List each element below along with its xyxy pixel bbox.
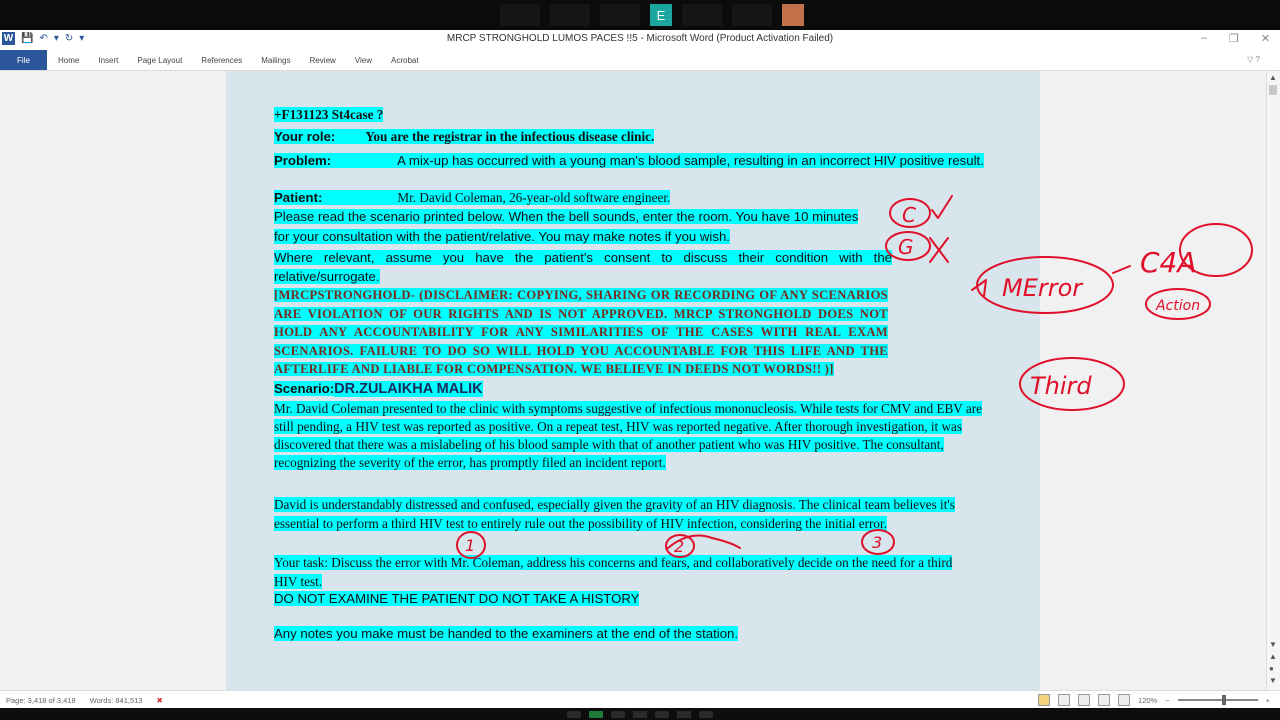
task-para: Your task: Discuss the error with Mr. Co…	[274, 553, 979, 591]
notes-text: Any notes you make must be handed to the…	[274, 626, 739, 641]
meeting-participant-tiles: E	[500, 3, 804, 27]
next-page-icon[interactable]: ▼	[1269, 675, 1277, 687]
problem-line: Problem: A mix-up has occurred with a you…	[274, 152, 990, 170]
consent-text: Where relevant, assume you have the pati…	[274, 250, 892, 284]
scenario-heading: Scenario:DR.ZULAIKHA MALIK	[274, 380, 990, 398]
disclaimer-text: [MRCPSTRONGHOLD- (DISCLAIMER: COPYING, S…	[274, 288, 888, 376]
tab-home[interactable]: Home	[58, 56, 79, 65]
close-icon[interactable]: ✕	[1261, 32, 1270, 45]
browse-nav: ▼ ▲ ● ▼	[1269, 639, 1277, 687]
consent-para: Where relevant, assume you have the pati…	[274, 248, 892, 286]
taskbar-app-icon[interactable]	[699, 710, 713, 718]
no-exam-line: DO NOT EXAMINE THE PATIENT DO NOT TAKE A…	[274, 590, 990, 608]
scenario-label: Scenario:	[274, 381, 335, 396]
instructions-para: Please read the scenario printed below. …	[274, 207, 874, 247]
browse-object-icon[interactable]: ●	[1269, 663, 1277, 675]
instructions-text: Please read the scenario printed below. …	[274, 209, 859, 244]
status-right: 120% − +	[1038, 694, 1270, 706]
scroll-up-icon[interactable]: ▲	[1269, 73, 1277, 82]
tab-page-layout[interactable]: Page Layout	[137, 56, 182, 65]
title-bar: W 💾 ↶ ▾ ↻ ▾ MRCP STRONGHOLD LUMOS PACES …	[0, 30, 1280, 50]
scenario-para-1: Mr. David Coleman presented to the clini…	[274, 400, 988, 472]
scenario-para-2: David is understandably distressed and c…	[274, 495, 990, 533]
role-text: You are the registrar in the infectious …	[365, 129, 655, 144]
role-line: Your role: You are the registrar in the i…	[274, 128, 990, 146]
print-layout-view-button[interactable]	[1038, 694, 1051, 706]
ribbon-tabs: File Home Insert Page Layout References …	[0, 50, 1280, 71]
case-id-line: +F131123 St4case ?	[274, 106, 990, 124]
participant-photo-tile[interactable]	[782, 4, 804, 26]
zoom-slider-knob[interactable]	[1221, 695, 1226, 705]
tab-file[interactable]: File	[0, 50, 47, 70]
taskbar-app-icon[interactable]	[633, 710, 647, 718]
scroll-thumb[interactable]	[1269, 85, 1277, 95]
taskbar	[0, 708, 1280, 720]
zoom-out-icon[interactable]: −	[1165, 696, 1169, 705]
ribbon-collapse-icon[interactable]: ▽ ?	[1247, 55, 1260, 64]
tab-insert[interactable]: Insert	[98, 56, 118, 65]
patient-line: Patient: Mr. David Coleman, 26-year-old s…	[274, 189, 990, 207]
tab-references[interactable]: References	[201, 56, 242, 65]
taskbar-app-icon[interactable]	[677, 710, 691, 718]
problem-text: A mix-up has occurred with a young man's…	[397, 153, 984, 168]
tab-mailings[interactable]: Mailings	[261, 56, 290, 65]
ribbon-tab-list: Home Insert Page Layout References Maili…	[58, 50, 419, 70]
participant-tile[interactable]	[732, 4, 772, 26]
problem-label: Problem:	[274, 153, 398, 168]
no-exam-text: DO NOT EXAMINE THE PATIENT DO NOT TAKE A…	[274, 591, 640, 606]
status-bar: Page: 3,418 of 3,418 Words: 841,513 ✖ 12…	[0, 690, 1280, 709]
patient-label: Patient:	[274, 190, 398, 205]
tab-view[interactable]: View	[355, 56, 372, 65]
disclaimer-para: [MRCPSTRONGHOLD- (DISCLAIMER: COPYING, S…	[274, 286, 888, 379]
zoom-level[interactable]: 120%	[1138, 696, 1157, 705]
tab-acrobat[interactable]: Acrobat	[391, 56, 419, 65]
draft-view-button[interactable]	[1118, 694, 1131, 706]
scenario-author: DR.ZULAIKHA MALIK	[334, 381, 483, 397]
meeting-strip: E	[0, 0, 1280, 30]
full-screen-view-button[interactable]	[1058, 694, 1071, 706]
participant-tile[interactable]	[550, 4, 590, 26]
self-participant-tile[interactable]: E	[650, 4, 672, 26]
taskbar-app-icon[interactable]	[567, 710, 581, 718]
status-left: Page: 3,418 of 3,418 Words: 841,513 ✖	[6, 696, 163, 705]
word-count[interactable]: Words: 841,513	[90, 696, 143, 705]
taskbar-app-icon[interactable]	[589, 710, 603, 718]
participant-tile[interactable]	[682, 4, 722, 26]
minimize-icon[interactable]: –	[1201, 32, 1207, 45]
patient-text: Mr. David Coleman, 26-year-old software …	[397, 190, 671, 205]
scroll-down-icon[interactable]: ▼	[1269, 639, 1277, 651]
taskbar-app-icon[interactable]	[655, 710, 669, 718]
scenario-text-2: David is understandably distressed and c…	[274, 497, 955, 531]
participant-tile[interactable]	[600, 4, 640, 26]
zoom-in-icon[interactable]: +	[1266, 696, 1270, 705]
web-layout-view-button[interactable]	[1078, 694, 1091, 706]
taskbar-app-icon[interactable]	[611, 710, 625, 718]
notes-line: Any notes you make must be handed to the…	[274, 625, 990, 643]
case-id: +F131123 St4case ?	[274, 107, 384, 122]
window-controls: – ❐ ✕	[1201, 32, 1270, 45]
tab-review[interactable]: Review	[310, 56, 336, 65]
outline-view-button[interactable]	[1098, 694, 1111, 706]
restore-icon[interactable]: ❐	[1229, 32, 1239, 45]
scenario-text-1: Mr. David Coleman presented to the clini…	[274, 401, 982, 470]
previous-page-icon[interactable]: ▲	[1269, 651, 1277, 663]
participant-initial: E	[656, 7, 666, 23]
page-count[interactable]: Page: 3,418 of 3,418	[6, 696, 76, 705]
window-title: MRCP STRONGHOLD LUMOS PACES !!5 - Micros…	[446, 33, 834, 44]
role-label: Your role:	[274, 129, 366, 144]
participant-tile[interactable]	[500, 4, 540, 26]
task-text: Your task: Discuss the error with Mr. Co…	[274, 555, 953, 589]
proofing-icon[interactable]: ✖	[156, 696, 162, 705]
vertical-scrollbar[interactable]: ▲ ▼ ▲ ● ▼	[1266, 71, 1280, 690]
zoom-slider[interactable]	[1177, 695, 1258, 705]
